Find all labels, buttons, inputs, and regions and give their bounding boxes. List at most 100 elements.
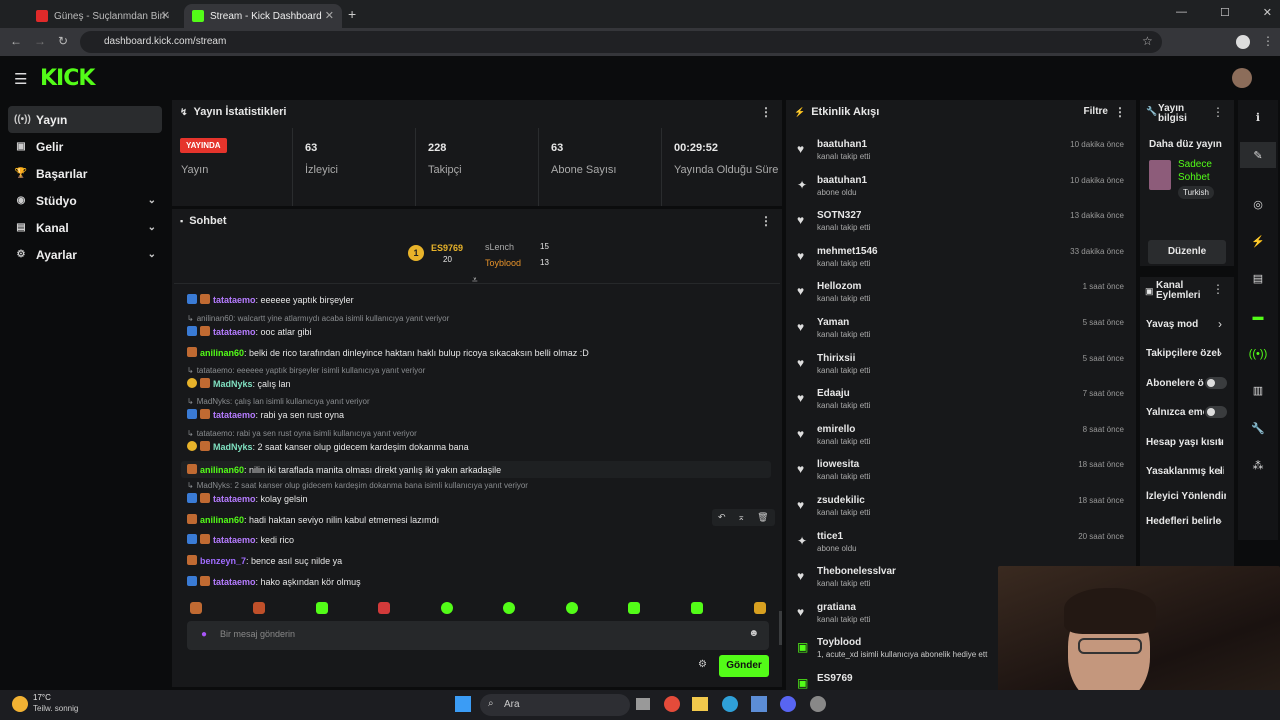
chat-input[interactable]: ● Bir mesaj gönderin ☻ [187,621,769,650]
event-username[interactable]: ES9769 [817,673,853,684]
sidebar-item-ayarlar[interactable]: ⚙ Ayarlar ⌄ [8,241,162,268]
event-username[interactable]: zsudekilic [817,495,865,506]
window-controls[interactable]: — ☐ ✕ [1176,6,1272,19]
emote-icon[interactable] [691,602,703,614]
action-banned-words[interactable]: Yasaklanmış kelimeler [1146,466,1224,477]
sidebar-item-yayin[interactable]: ((•)) Yayın [8,106,162,133]
chat-message[interactable]: tatataemo: eeeeee yaptık birşeyler [187,294,354,305]
send-button[interactable]: Gönder [719,655,769,677]
delete-icon[interactable]: 🗑 [757,512,768,523]
event-username[interactable]: ttice1 [817,531,843,542]
event-item[interactable]: ♥ mehmet1546 kanalı takip etti 33 dakika ön… [794,243,1134,278]
chat-message-hovered[interactable]: anilinan60: nilin iki taraflada manita o… [181,461,771,478]
event-item[interactable]: ♥ Yaman kanalı takip etti 5 saat önce [794,314,1134,349]
window-close-icon[interactable]: ✕ [1263,6,1272,19]
windows-start-icon[interactable] [455,696,471,712]
category-link[interactable]: Sadece Sohbet [1178,158,1228,184]
event-username[interactable]: Toyblood [817,637,861,648]
event-username[interactable]: Hellozom [817,281,861,292]
task-view-icon[interactable] [636,698,650,710]
event-username[interactable]: baatuhan1 [817,139,867,150]
event-username[interactable]: liowesita [817,459,859,470]
emote-icon[interactable] [190,602,202,614]
chevron-right-icon[interactable]: › [1218,317,1222,331]
action-goals[interactable]: Hedefleri belirle [1146,516,1224,527]
wrench-tool-icon[interactable]: 🔧 [1240,415,1276,441]
browser-tab-youtube[interactable]: Güneş - Suçlanmdan Biri (Offic✕ [28,4,178,28]
emote-only-toggle[interactable] [1205,406,1227,418]
chevron-right-icon[interactable]: › [1218,464,1222,478]
chat-scrollbar[interactable] [779,611,782,645]
steam-icon[interactable] [810,696,826,712]
target-icon[interactable]: ◎ [1240,191,1276,217]
menu-icon[interactable]: ☰ [14,70,27,88]
emoji-icon[interactable]: ☻ [748,628,759,639]
kebab-menu-icon[interactable]: ⋮ [1212,105,1224,119]
emote-icon[interactable] [253,602,265,614]
microphone-icon[interactable]: ● [201,629,207,640]
action-account-age[interactable]: Hesap yaşı kısıtı [1146,437,1224,448]
chat-message[interactable]: anilinan60: belki de rico tarafından din… [187,347,589,358]
close-tab-icon[interactable]: ✕ [161,9,170,22]
event-username[interactable]: Thebonelesslvar [817,566,896,577]
sidebar-item-kanal[interactable]: ▤ Kanal ⌄ [8,214,162,241]
event-item[interactable]: ✦ baatuhan1 abone oldu 10 dakika önce [794,172,1134,207]
event-username[interactable]: Edaaju [817,388,850,399]
chevron-right-icon[interactable]: › [1218,514,1222,528]
event-username[interactable]: SOTN327 [817,210,861,221]
emote-icon[interactable] [378,602,390,614]
edit-pencil-icon[interactable]: ✎ [1240,142,1276,168]
event-item[interactable]: ♥ liowesita kanalı takip etti 18 saat önce [794,456,1134,491]
browser-menu-icon[interactable]: ⋮ [1262,34,1274,48]
sidebar-item-basarilar[interactable]: 🏆 Başarılar [8,160,162,187]
document-icon[interactable]: ▤ [1240,265,1276,291]
emote-icon[interactable] [316,602,328,614]
file-explorer-icon[interactable] [692,697,708,711]
info-icon[interactable]: ℹ [1240,104,1276,130]
event-item[interactable]: ♥ Hellozom kanalı takip etti 1 saat önce [794,278,1134,313]
emote-icon[interactable] [628,602,640,614]
event-username[interactable]: gratiana [817,602,856,613]
chat-message[interactable]: tatataemo: rabi ya sen rust oyna [187,409,344,420]
broadcast-tool-icon[interactable]: ((•)) [1240,341,1276,367]
lightning-tool-icon[interactable]: ⚡ [1240,228,1276,254]
user-avatar[interactable] [1232,68,1252,88]
chat-message[interactable]: MadNyks: 2 saat kanser olup gidecem kard… [187,441,469,452]
chat-tool-icon[interactable]: ▬ [1240,304,1276,330]
reload-icon[interactable]: ↻ [58,34,68,48]
emote-icon[interactable] [441,602,453,614]
back-icon[interactable]: ← [10,34,22,48]
layout-tool-icon[interactable]: ▥ [1240,377,1276,403]
chat-message[interactable]: tatataemo: kedi rico [187,534,294,545]
chevron-right-icon[interactable]: › [1218,346,1222,360]
chat-message[interactable]: MadNyks: çalış lan [187,378,291,389]
event-item[interactable]: ✦ ttice1 abone oldu 20 saat önce [794,528,1134,563]
url-field[interactable]: dashboard.kick.com/stream [80,31,1162,53]
action-raid[interactable]: İzleyici Yönlendir [1146,491,1226,502]
sidebar-item-gelir[interactable]: ▣ Gelir [8,133,162,160]
kebab-menu-icon[interactable]: ⋮ [760,105,772,119]
kebab-menu-icon[interactable]: ⋮ [1114,105,1126,119]
kebab-menu-icon[interactable]: ⋮ [760,214,772,228]
store-icon[interactable] [751,696,767,712]
bookmark-star-icon[interactable]: ☆ [1142,34,1153,48]
minimize-icon[interactable]: — [1176,6,1187,19]
chevron-right-icon[interactable]: › [1218,435,1222,449]
pin-expand-icon[interactable]: ⩡ [472,275,478,286]
forward-icon[interactable]: → [34,34,46,48]
event-item[interactable]: ♥ baatuhan1 kanalı takip etti 10 dakika önc… [794,136,1134,171]
chat-settings-icon[interactable]: ⚙ [698,659,707,670]
sidebar-item-studyo[interactable]: ◉ Stüdyo ⌄ [8,187,162,214]
browser-tab-kick[interactable]: Stream - Kick Dashboard ✕ [184,4,342,28]
event-item[interactable]: ♥ Thirixsii kanalı takip etti 5 saat önce [794,350,1134,385]
new-tab-icon[interactable]: + [348,6,356,22]
close-tab-icon[interactable]: ✕ [325,9,334,22]
chat-message[interactable]: tatataemo: ooc atlar gibi [187,326,312,337]
reply-icon[interactable]: ↶ [718,512,726,523]
nodes-icon[interactable]: ⁂ [1240,452,1276,478]
event-username[interactable]: baatuhan1 [817,175,867,186]
kick-logo[interactable]: KICK [40,66,95,91]
edit-button[interactable]: Düzenle [1148,240,1226,264]
chrome-icon[interactable] [664,696,680,712]
chat-message[interactable]: tatataemo: hako aşkından kör olmuş [187,576,361,587]
